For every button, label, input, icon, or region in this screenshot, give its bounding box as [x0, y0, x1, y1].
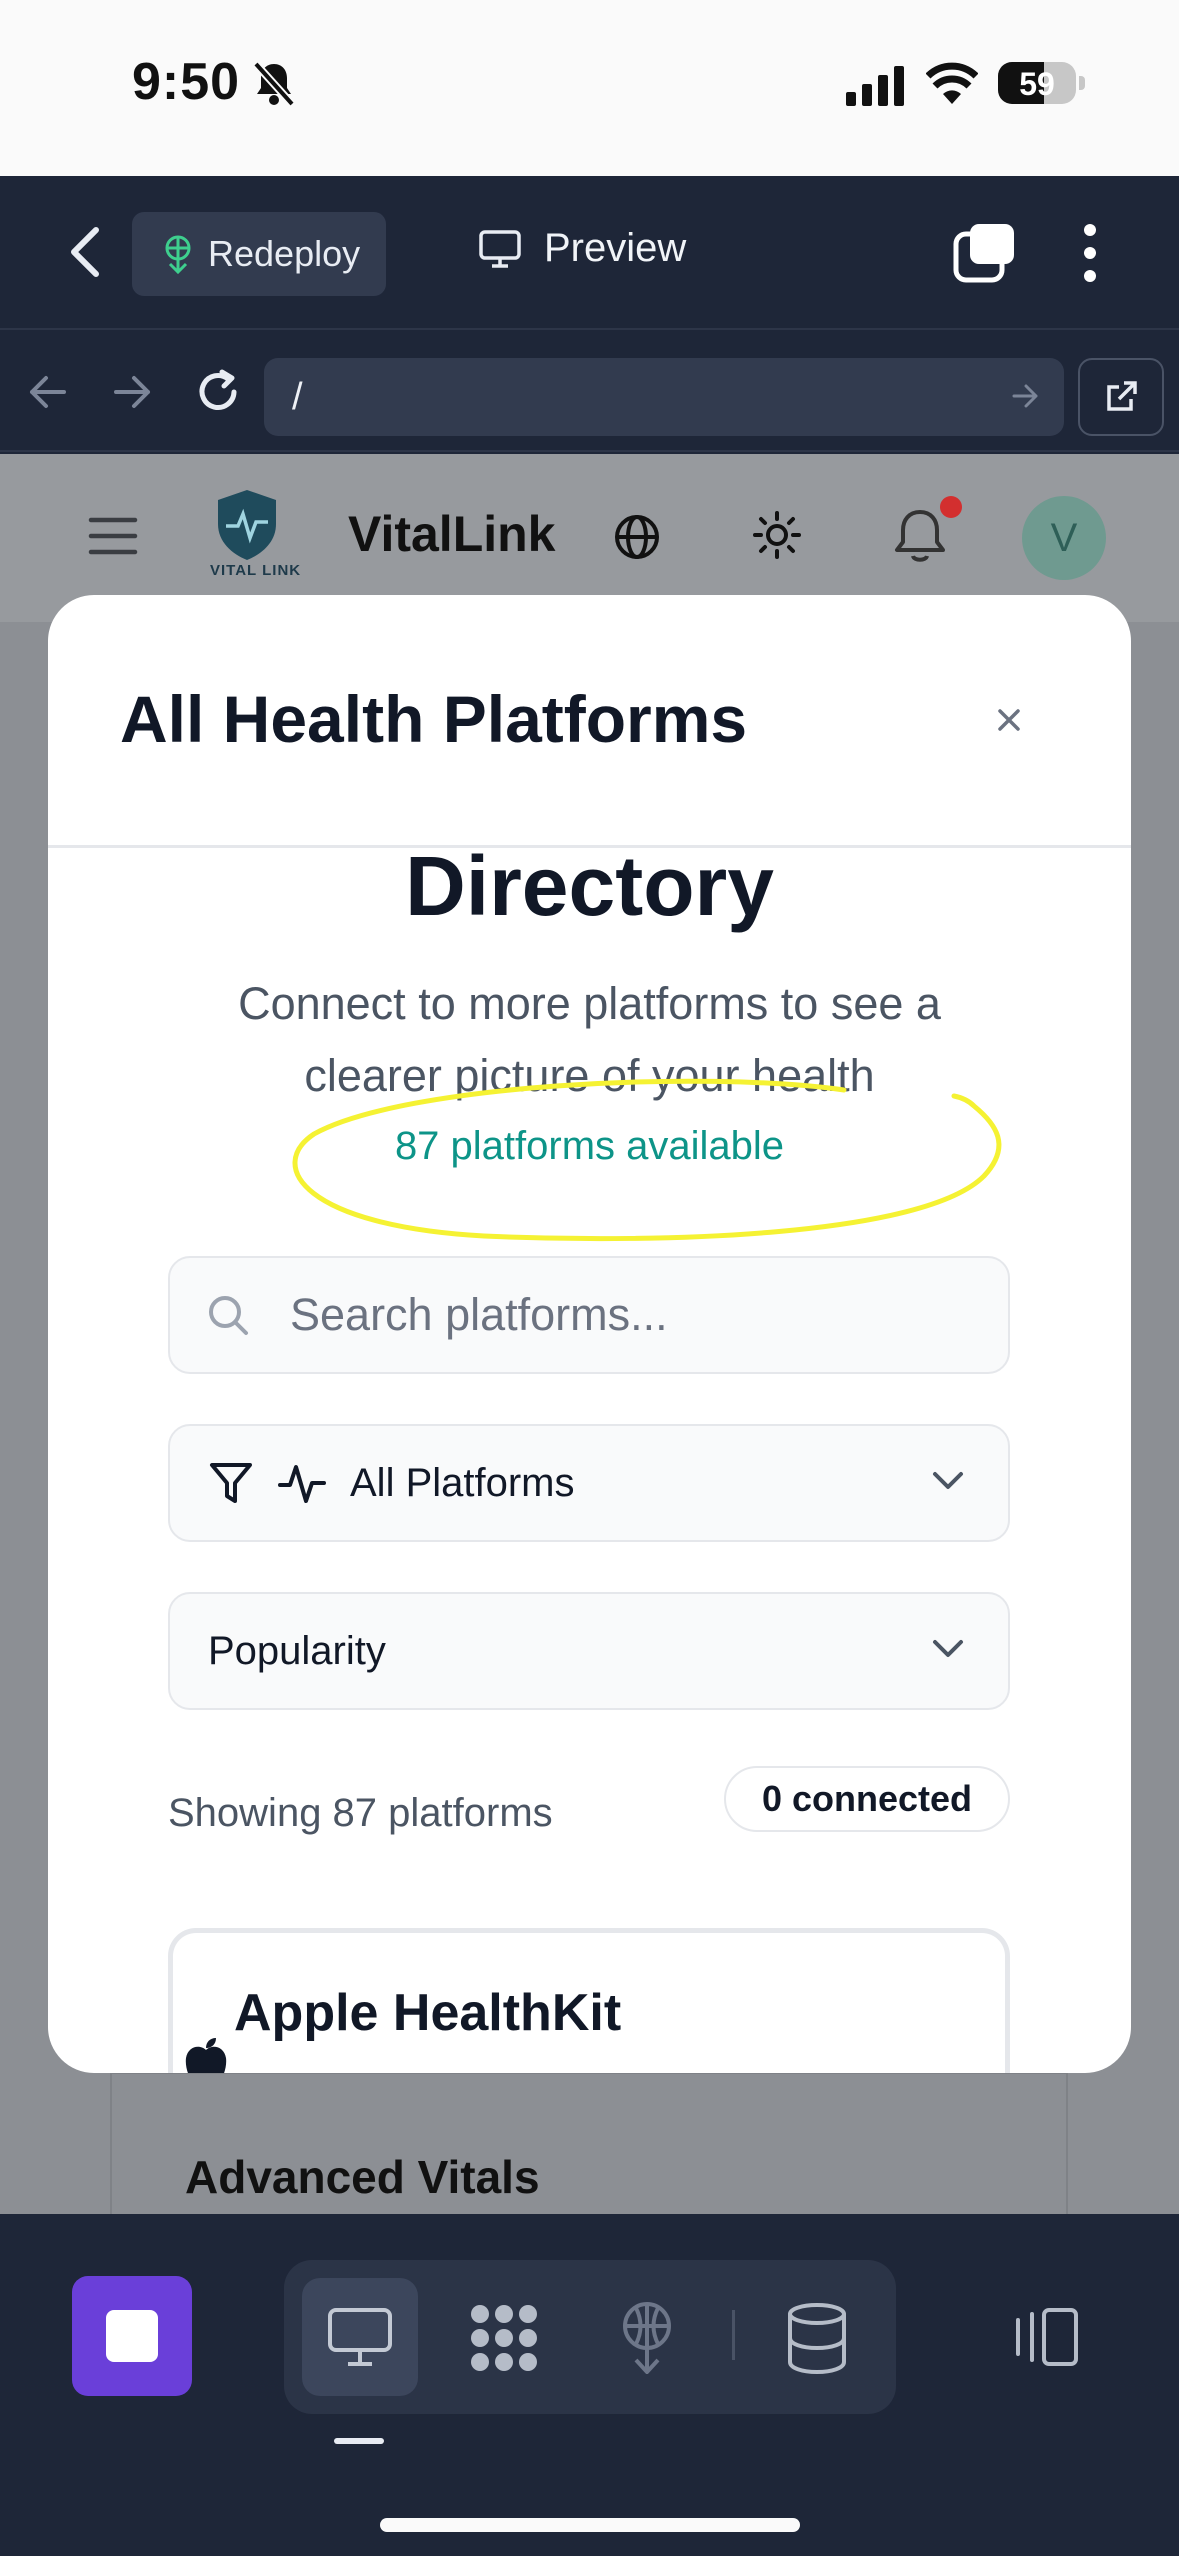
- battery-tip: [1079, 76, 1085, 90]
- filter-label: All Platforms: [350, 1460, 575, 1505]
- url-path: /: [292, 375, 303, 418]
- redeploy-button[interactable]: Redeploy: [132, 212, 386, 296]
- database-icon[interactable]: [786, 2302, 848, 2374]
- search-input[interactable]: Search platforms...: [168, 1256, 1010, 1374]
- deploy-icon[interactable]: [612, 2300, 682, 2374]
- site-brand: VitalLink: [348, 506, 556, 562]
- stop-button[interactable]: [72, 2276, 192, 2396]
- logo-caption: VITAL LINK: [210, 562, 302, 579]
- wifi-icon: [926, 62, 978, 104]
- filter-icon: [210, 1463, 252, 1503]
- directory-heading: Directory: [405, 848, 774, 933]
- external-link-icon: [1107, 381, 1137, 411]
- notification-dot: [940, 496, 962, 518]
- home-indicator: [380, 2518, 800, 2532]
- hamburger-icon[interactable]: [88, 516, 138, 556]
- modal-title: All Health Platforms: [120, 682, 748, 756]
- bell-icon[interactable]: [892, 506, 948, 566]
- activity-icon: [278, 1465, 326, 1503]
- all-platforms-modal: All Health Platforms Directory Connect t…: [48, 595, 1131, 2073]
- arrow-left-icon[interactable]: [24, 370, 70, 414]
- sun-icon[interactable]: [752, 510, 802, 560]
- search-placeholder: Search platforms...: [290, 1289, 668, 1340]
- sort-select[interactable]: Popularity: [168, 1592, 1010, 1710]
- modal-scroll-area[interactable]: Directory Connect to more platforms to s…: [48, 848, 1131, 2073]
- url-input[interactable]: /: [264, 358, 1064, 436]
- tabs-icon[interactable]: [952, 222, 1016, 284]
- arrow-right-icon[interactable]: [110, 370, 156, 414]
- globe-icon[interactable]: [612, 512, 662, 562]
- switcher-divider: [732, 2310, 735, 2360]
- platform-filter-select[interactable]: All Platforms: [168, 1424, 1010, 1542]
- signal-icon: [846, 66, 904, 106]
- deploy-icon: [165, 235, 191, 274]
- monitor-icon: [479, 229, 521, 268]
- apple-icon: [185, 2038, 227, 2073]
- reload-icon[interactable]: [192, 366, 244, 418]
- avatar-initial: V: [1050, 515, 1078, 560]
- back-chevron-icon[interactable]: [60, 224, 110, 280]
- vitallink-logo: [218, 490, 276, 560]
- showing-count: Showing 87 platforms: [168, 1791, 553, 1835]
- platform-name: Apple HealthKit: [234, 1984, 622, 2042]
- connected-badge: 0 connected: [724, 1766, 1010, 1832]
- battery-indicator: 59: [998, 62, 1076, 104]
- yellow-annotation-circle: [292, 1078, 1002, 1242]
- battery-level: 59: [1019, 66, 1055, 102]
- go-arrow-icon[interactable]: [1010, 380, 1042, 412]
- preview-label: Preview: [544, 226, 687, 270]
- chevron-down-icon: [933, 1472, 963, 1489]
- status-time: 9:50: [132, 53, 241, 111]
- open-external-button[interactable]: [1078, 358, 1164, 436]
- desktop-icon[interactable]: [326, 2306, 394, 2368]
- kebab-icon[interactable]: [1080, 222, 1100, 284]
- sort-label: Popularity: [208, 1628, 386, 1673]
- stop-icon: [106, 2310, 158, 2362]
- bell-slash-icon: [253, 61, 295, 107]
- panel-icon[interactable]: [1010, 2306, 1082, 2368]
- search-icon: [209, 1296, 248, 1335]
- redeploy-label: Redeploy: [208, 233, 361, 274]
- chevron-down-icon: [933, 1640, 963, 1657]
- background-card-title: Advanced Vitals: [185, 2151, 540, 2203]
- close-icon[interactable]: [994, 705, 1024, 735]
- apps-grid-icon[interactable]: [466, 2304, 542, 2372]
- avatar[interactable]: V: [1022, 496, 1106, 580]
- active-view-indicator: [334, 2438, 384, 2444]
- preview-button[interactable]: Preview: [478, 226, 686, 271]
